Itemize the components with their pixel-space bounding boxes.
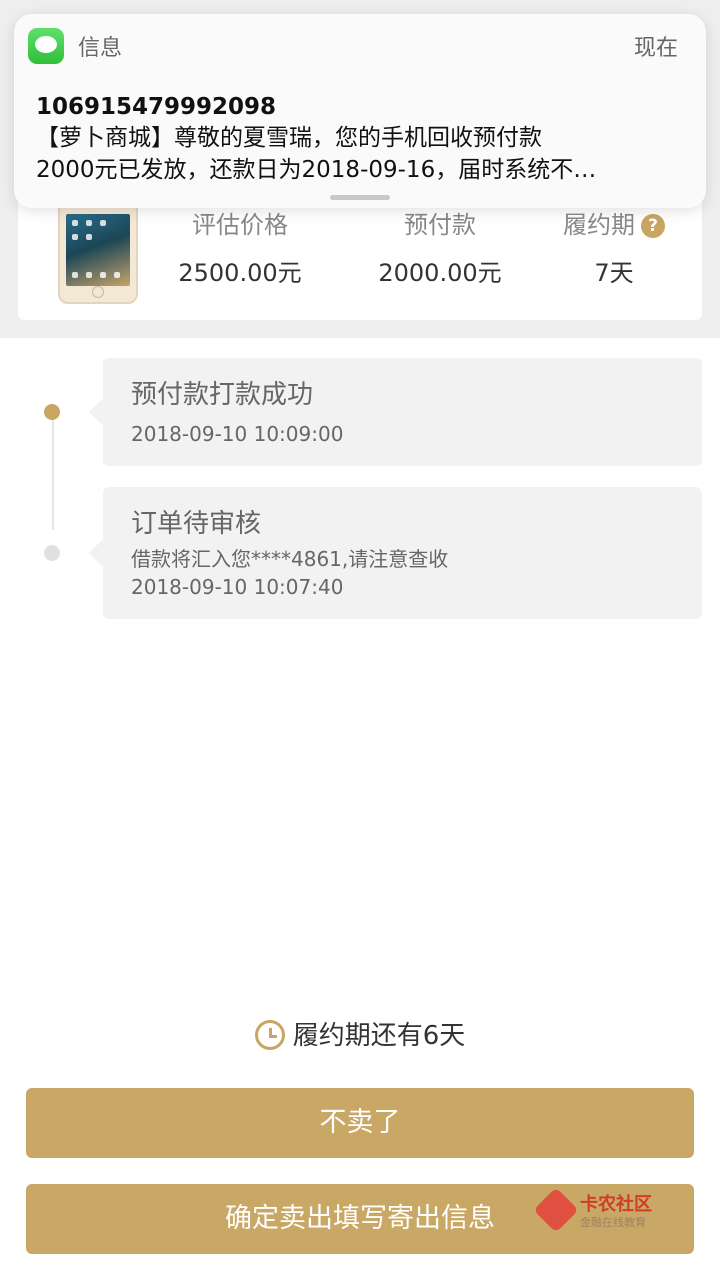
estimated-price: 评估价格 2500.00元 [160, 208, 320, 290]
timeline-item-title: 预付款打款成功 [131, 380, 314, 410]
estimated-price-value: 2500.00元 [178, 259, 302, 287]
prepayment-label: 预付款 [404, 211, 476, 239]
question-icon[interactable]: ? [641, 214, 665, 238]
timeline-item-title: 订单待审核 [131, 509, 262, 539]
timeline-item: 订单待审核 借款将汇入您****4861,请注意查收 2018-09-10 10… [89, 487, 702, 619]
iphone-image [58, 200, 138, 304]
timeline-item-time: 2018-09-10 10:07:40 [131, 575, 344, 599]
estimated-price-label: 评估价格 [192, 211, 288, 239]
countdown-text: 履约期还有6天 [292, 1021, 466, 1051]
prepayment-value: 2000.00元 [378, 259, 502, 287]
clock-icon [254, 1020, 285, 1050]
contract-period: 履约期? 7天 [534, 208, 694, 290]
sms-notification[interactable]: 信息 现在 106915479992098 【萝卜商城】尊敬的夏雪瑞，您的手机回… [14, 14, 706, 208]
prepayment: 预付款 2000.00元 [360, 208, 520, 290]
watermark-subtitle: 金融在线教育 [580, 1216, 646, 1229]
messages-app-icon [28, 28, 64, 64]
contract-period-value: 7天 [594, 259, 634, 287]
notification-sender: 106915479992098 [36, 94, 277, 120]
timeline-item-note: 借款将汇入您****4861,请注意查收 [131, 547, 449, 571]
timeline-dot-inactive [44, 545, 60, 561]
timeline-item: 预付款打款成功 2018-09-10 10:09:00 [89, 358, 702, 466]
notification-text-line1: 【萝卜商城】尊敬的夏雪瑞，您的手机回收预付款 [36, 125, 542, 151]
notification-time: 现在 [633, 36, 678, 61]
watermark-title: 卡农社区 [580, 1194, 652, 1215]
timeline-item-time: 2018-09-10 10:09:00 [131, 422, 344, 446]
watermark-logo-icon [533, 1187, 579, 1233]
product-card: 评估价格 2500.00元 预付款 2000.00元 履约期? 7天 [18, 190, 702, 320]
cancel-sell-button[interactable]: 不卖了 [26, 1088, 694, 1158]
countdown: 履约期还有6天 [0, 1016, 720, 1056]
notification-text-line2: 2000元已发放，还款日为2018-09-16，届时系统不… [36, 157, 597, 183]
notification-grabber[interactable] [330, 195, 390, 200]
watermark: 卡农社区 金融在线教育 [533, 1187, 670, 1234]
timeline-line [52, 412, 54, 530]
contract-period-label: 履约期 [563, 211, 635, 239]
notification-app-name: 信息 [78, 36, 123, 61]
timeline-dot-active [44, 404, 60, 420]
